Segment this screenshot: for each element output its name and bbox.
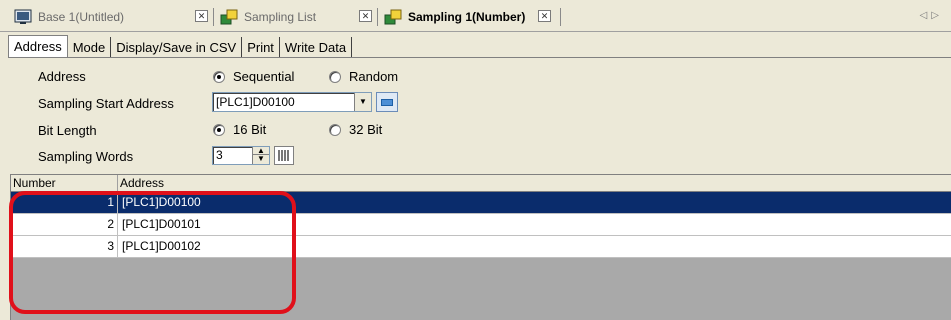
doc-tab-label: Sampling List: [244, 10, 317, 24]
tab-separator: [213, 8, 214, 26]
column-header-number[interactable]: Number: [11, 175, 118, 191]
sampling-words-stepper[interactable]: 3 ▲ ▼: [212, 146, 270, 165]
radio-32bit[interactable]: 32 Bit: [329, 122, 382, 137]
tab-address[interactable]: Address: [8, 35, 68, 57]
screen-icon: [14, 9, 32, 24]
doc-tab-label: Sampling 1(Number): [408, 10, 526, 24]
tab-scroll-arrows-icon[interactable]: ◁▷: [920, 10, 943, 21]
keypad-icon: [278, 150, 290, 161]
address-input-keyboard-button[interactable]: [376, 92, 398, 112]
numeric-input-button[interactable]: [274, 146, 294, 165]
radio-unselected-icon: [329, 70, 341, 83]
doc-tab-sampling-list[interactable]: Sampling List: [220, 7, 316, 27]
radio-label: 16 Bit: [233, 122, 267, 137]
table-row[interactable]: 3 [PLC1]D00102: [11, 236, 951, 258]
table-row[interactable]: 2 [PLC1]D00101: [11, 214, 951, 236]
sampling-icon: [384, 9, 402, 25]
dropdown-arrow-icon[interactable]: ▼: [354, 93, 371, 111]
tab-separator: [377, 8, 378, 26]
row-number: 3: [11, 236, 118, 257]
radio-unselected-icon: [329, 123, 341, 136]
radio-sequential[interactable]: Sequential: [213, 69, 294, 84]
address-table: Number Address 1 [PLC1]D00100 2 [PLC1]D0…: [10, 174, 951, 320]
sampling-icon: [220, 9, 238, 25]
row-address: [PLC1]D00101: [122, 217, 201, 231]
sampling-words-value: 3: [216, 148, 223, 162]
spin-down-icon[interactable]: ▼: [253, 155, 269, 163]
row-number: 1: [11, 192, 118, 213]
tab-display-save-csv[interactable]: Display/Save in CSV: [111, 37, 243, 57]
close-tab-sampling-list-icon[interactable]: ✕: [359, 10, 372, 22]
stepper-buttons[interactable]: ▲ ▼: [252, 147, 269, 164]
start-address-value: [PLC1]D00100: [216, 95, 295, 109]
doc-tab-base1[interactable]: Base 1(Untitled): [14, 7, 124, 27]
start-address-combobox[interactable]: [PLC1]D00100 ▼: [212, 92, 372, 112]
row-number: 2: [11, 214, 118, 235]
table-header: Number Address: [11, 175, 951, 192]
keyboard-icon: [381, 99, 393, 106]
tab-separator: [560, 8, 561, 26]
row-address: [PLC1]D00100: [122, 195, 201, 209]
document-tab-strip: Base 1(Untitled) ✕ Sampling List ✕ Sampl…: [0, 0, 951, 32]
radio-16bit[interactable]: 16 Bit: [213, 122, 266, 137]
tab-write-data[interactable]: Write Data: [279, 37, 353, 57]
close-tab-sampling1-icon[interactable]: ✕: [538, 10, 551, 22]
table-row[interactable]: 1 [PLC1]D00100: [11, 192, 951, 214]
address-label: Address: [38, 69, 86, 84]
bit-length-label: Bit Length: [38, 123, 97, 138]
radio-selected-icon: [213, 70, 225, 83]
doc-tab-label: Base 1(Untitled): [38, 10, 125, 24]
settings-tab-bar: Address Mode Display/Save in CSV Print W…: [8, 35, 353, 57]
row-address: [PLC1]D00102: [122, 239, 201, 253]
radio-label: Random: [349, 69, 399, 84]
doc-tab-sampling1[interactable]: Sampling 1(Number): [384, 7, 525, 27]
sampling-words-label: Sampling Words: [38, 149, 134, 164]
radio-random[interactable]: Random: [329, 69, 398, 84]
radio-label: Sequential: [233, 69, 295, 84]
radio-selected-icon: [213, 123, 225, 136]
radio-label: 32 Bit: [349, 122, 383, 137]
tab-mode[interactable]: Mode: [67, 37, 112, 57]
column-header-address[interactable]: Address: [118, 175, 951, 191]
tab-print[interactable]: Print: [242, 37, 280, 57]
close-tab-base1-icon[interactable]: ✕: [195, 10, 208, 22]
start-address-label: Sampling Start Address: [38, 96, 174, 111]
